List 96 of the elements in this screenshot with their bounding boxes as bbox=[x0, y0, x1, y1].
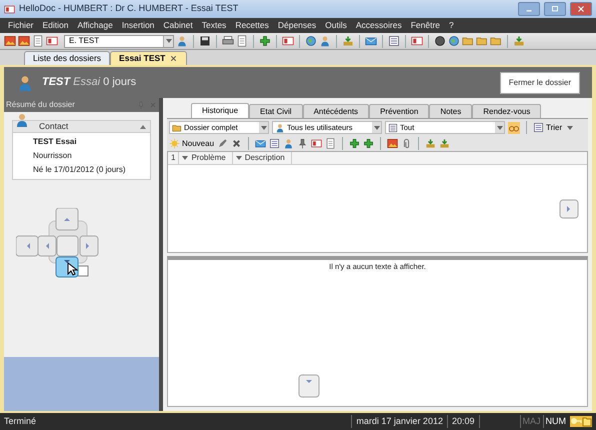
caret-icon[interactable] bbox=[374, 126, 380, 130]
tab[interactable]: Rendez-vous bbox=[472, 104, 542, 118]
plus-icon[interactable] bbox=[259, 35, 271, 47]
download-tray-icon[interactable] bbox=[439, 138, 450, 149]
globe-icon[interactable] bbox=[305, 35, 317, 47]
plus-icon[interactable] bbox=[349, 138, 360, 149]
key-indicator: NUM bbox=[542, 414, 568, 428]
menu-item[interactable]: Cabinet bbox=[163, 19, 193, 32]
plus-icon[interactable] bbox=[363, 138, 374, 149]
caret-icon[interactable] bbox=[260, 126, 266, 130]
person-icon bbox=[275, 122, 285, 132]
list-icon bbox=[388, 122, 398, 132]
menu-item[interactable]: Textes bbox=[202, 19, 226, 32]
caret-icon[interactable] bbox=[166, 39, 172, 43]
tab[interactable]: Antécédents bbox=[302, 104, 370, 118]
card-icon[interactable] bbox=[46, 35, 58, 47]
star-icon bbox=[169, 138, 180, 149]
printer-icon[interactable] bbox=[222, 35, 234, 47]
document-tab[interactable]: Liste des dossiers bbox=[24, 51, 110, 65]
document-icon[interactable] bbox=[32, 35, 44, 47]
menu-item[interactable]: ? bbox=[449, 19, 454, 32]
status-time: 20:09 bbox=[448, 414, 480, 428]
glasses-icon[interactable] bbox=[508, 122, 520, 134]
menu-item[interactable]: Fenêtre bbox=[410, 19, 440, 32]
tab[interactable]: Historique bbox=[191, 103, 250, 118]
menu-item[interactable]: Accessoires bbox=[356, 19, 402, 32]
download-tray-icon[interactable] bbox=[342, 35, 354, 47]
patient-combo[interactable]: E. TEST bbox=[64, 34, 174, 48]
envelope-icon[interactable] bbox=[365, 35, 377, 47]
contact-line: Nourrisson bbox=[33, 150, 73, 162]
maximize-icon bbox=[550, 4, 560, 14]
contact-line: Né le 17/01/2012 (0 jours) bbox=[33, 164, 126, 176]
panel-title: Résumé du dossier bbox=[6, 99, 75, 111]
close-icon[interactable] bbox=[169, 54, 178, 63]
close-file-button[interactable]: Fermer le dossier bbox=[500, 72, 580, 94]
caret-icon[interactable] bbox=[182, 156, 188, 160]
new-button[interactable]: Nouveau bbox=[169, 138, 214, 150]
sort-order-header[interactable]: 1 bbox=[168, 152, 180, 164]
window-title: HelloDoc - HUMBERT : Dr C. HUMBERT - Essai TEST bbox=[19, 2, 238, 16]
status-date: mardi 17 janvier 2012 bbox=[351, 414, 448, 428]
image-icon[interactable] bbox=[4, 35, 16, 47]
caret-icon[interactable] bbox=[496, 126, 502, 130]
person-icon bbox=[14, 112, 30, 128]
menu-item[interactable]: Edition bbox=[42, 19, 69, 32]
image-icon[interactable] bbox=[18, 35, 30, 47]
circle-icon[interactable] bbox=[434, 35, 446, 47]
caret-icon[interactable] bbox=[567, 126, 574, 130]
close-button[interactable] bbox=[570, 2, 592, 16]
list-icon bbox=[533, 122, 544, 133]
document-icon[interactable] bbox=[236, 35, 248, 47]
tab[interactable]: Etat Civil bbox=[249, 104, 303, 118]
minimize-button[interactable] bbox=[518, 2, 540, 16]
person-icon[interactable] bbox=[176, 35, 188, 47]
contact-line: TEST Essai bbox=[33, 136, 78, 148]
list-icon[interactable] bbox=[269, 138, 280, 149]
menu-item[interactable]: Fichier bbox=[8, 19, 34, 32]
menu-item[interactable]: Affichage bbox=[78, 19, 113, 32]
image-icon[interactable] bbox=[387, 138, 398, 149]
menu-item[interactable]: Outils bbox=[325, 19, 347, 32]
delete-icon[interactable] bbox=[231, 138, 242, 149]
column-header[interactable]: Description bbox=[244, 152, 292, 164]
key-indicator: MAJ bbox=[520, 414, 542, 428]
section-title: Contact bbox=[38, 120, 68, 133]
card-icon[interactable] bbox=[311, 138, 322, 149]
collapse-caret-icon[interactable] bbox=[140, 124, 146, 128]
card-icon bbox=[4, 4, 15, 14]
tab[interactable]: Notes bbox=[429, 104, 472, 118]
card-icon[interactable] bbox=[282, 35, 294, 47]
envelope-icon[interactable] bbox=[255, 138, 266, 149]
patient-name: TEST Essai 0 jours bbox=[42, 75, 136, 90]
close-icon bbox=[576, 4, 586, 14]
card-icon[interactable] bbox=[411, 35, 423, 47]
column-header[interactable]: Problème bbox=[191, 152, 233, 164]
caret-icon[interactable] bbox=[236, 156, 242, 160]
tab[interactable]: Prévention bbox=[369, 104, 430, 118]
maximize-button[interactable] bbox=[544, 2, 566, 16]
folder-icon[interactable] bbox=[476, 35, 488, 47]
download-tray-icon[interactable] bbox=[513, 35, 525, 47]
folder-icon bbox=[172, 122, 182, 132]
globe-icon[interactable] bbox=[448, 35, 460, 47]
menu-item[interactable]: Dépenses bbox=[278, 19, 316, 32]
menu-item[interactable]: Recettes bbox=[235, 19, 269, 32]
document-icon[interactable] bbox=[325, 138, 336, 149]
menu-item[interactable]: Insertion bbox=[122, 19, 154, 32]
list-icon[interactable] bbox=[388, 35, 400, 47]
person-icon[interactable] bbox=[283, 138, 294, 149]
sort-button[interactable]: Trier bbox=[533, 122, 574, 134]
person-icon[interactable] bbox=[319, 35, 331, 47]
folder-icon[interactable] bbox=[490, 35, 502, 47]
download-tray-icon[interactable] bbox=[425, 138, 436, 149]
document-tab[interactable]: Essai TEST bbox=[110, 51, 188, 65]
folder-icon[interactable] bbox=[462, 35, 474, 47]
status-message: Terminé bbox=[4, 414, 36, 428]
pin-icon[interactable] bbox=[297, 138, 308, 149]
key-folder-icon bbox=[570, 416, 592, 427]
pencil-icon[interactable] bbox=[217, 138, 228, 149]
